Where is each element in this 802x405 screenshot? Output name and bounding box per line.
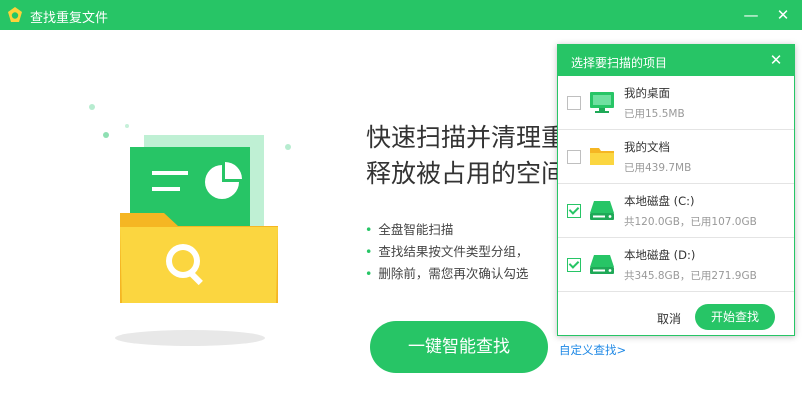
scan-item-drive-d[interactable]: 本地磁盘 (D:) 共345.8GB，已用271.9GB [558, 238, 794, 292]
feature-item: 删除前，需您再次确认勾选 [365, 263, 528, 285]
desktop-icon [590, 92, 614, 113]
close-icon: ✕ [769, 51, 783, 69]
smart-search-button[interactable]: 一键智能查找 [370, 321, 548, 373]
scan-item-usage: 已用15.5MB [624, 108, 685, 120]
drive-icon [590, 201, 614, 220]
scan-item-checkbox[interactable] [567, 150, 581, 164]
close-icon: ✕ [776, 6, 790, 24]
scan-item-name: 我的文档 [624, 140, 670, 154]
scan-item-desktop[interactable]: 我的桌面 已用15.5MB [558, 76, 794, 130]
dialog-close-button[interactable]: ✕ [766, 50, 786, 70]
scan-item-usage: 共345.8GB，已用271.9GB [624, 270, 757, 282]
headline-line-1: 快速扫描并清理重 [366, 123, 567, 152]
scan-item-usage: 共120.0GB，已用107.0GB [624, 216, 757, 228]
feature-list: 全盘智能扫描 查找结果按文件类型分组， 删除前，需您再次确认勾选 [365, 219, 528, 285]
scan-item-checkbox[interactable] [567, 204, 581, 218]
feature-item: 查找结果按文件类型分组， [365, 241, 528, 263]
title-bar: 查找重复文件 — ✕ [0, 0, 802, 30]
window-title: 查找重复文件 [30, 11, 109, 26]
app-logo-icon [8, 7, 22, 22]
check-icon [568, 258, 580, 269]
close-button[interactable]: ✕ [773, 5, 793, 25]
scan-item-name: 本地磁盘 (D:) [624, 248, 696, 262]
feature-item: 全盘智能扫描 [365, 219, 528, 241]
minimize-icon: — [743, 6, 759, 24]
scan-item-name: 本地磁盘 (C:) [624, 194, 695, 208]
scan-item-checkbox[interactable] [567, 258, 581, 272]
minimize-button[interactable]: — [741, 5, 761, 25]
scan-item-usage: 已用439.7MB [624, 162, 692, 174]
scan-item-checkbox[interactable] [567, 96, 581, 110]
drive-icon [590, 255, 614, 274]
scan-item-drive-c[interactable]: 本地磁盘 (C:) 共120.0GB，已用107.0GB [558, 184, 794, 238]
folder-search-illustration [89, 104, 291, 346]
dialog-title: 选择要扫描的项目 [571, 56, 668, 70]
custom-search-link[interactable]: 自定义查找> [559, 342, 626, 358]
scan-item-documents[interactable]: 我的文档 已用439.7MB [558, 130, 794, 184]
headline-line-2: 释放被占用的空间 [366, 159, 567, 188]
check-icon [568, 204, 580, 215]
folder-icon [590, 148, 614, 165]
start-search-button[interactable]: 开始查找 [695, 304, 775, 330]
scan-item-name: 我的桌面 [624, 86, 670, 100]
dialog-header: 选择要扫描的项目 ✕ [558, 45, 794, 76]
scan-target-dialog: 选择要扫描的项目 ✕ 我的桌面 已用15.5MB 我的文档 已用439.7MB [557, 44, 795, 336]
cancel-button[interactable]: 取消 [657, 310, 681, 327]
